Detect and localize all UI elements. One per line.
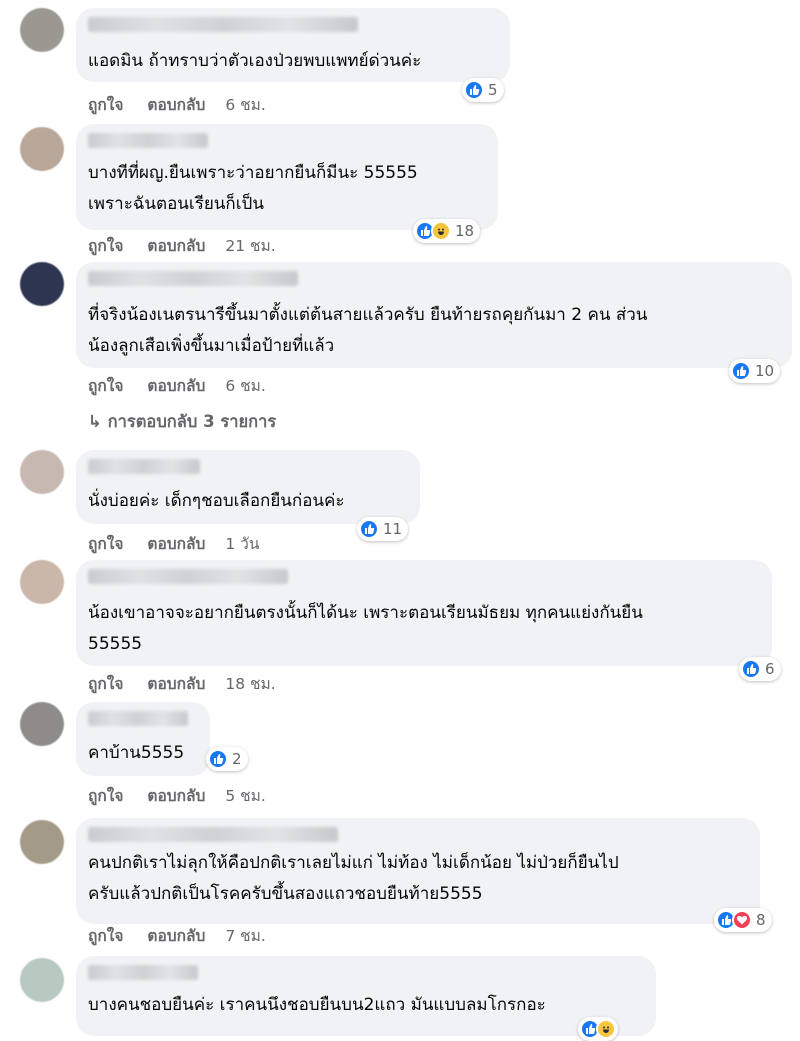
like-link[interactable]: ถูกใจ [88,377,123,395]
comment-line: น้องเขาอาจจะอยากยืนตรงนั้นก็ได้นะ เพราะต… [88,603,643,623]
reply-link[interactable]: ตอบกลับ [147,675,205,693]
reaction-summary[interactable]: 6 [739,657,781,681]
avatar[interactable] [20,450,64,494]
comment-line: บางทีที่ผญ.ยืนเพราะว่าอยากยืนก็มีนะ 5555… [88,163,418,183]
comment-text: คาบ้าน5555 [88,738,184,769]
reply-arrow-icon: ↳ [88,412,102,431]
comment-bubble: นั่งบ่อยค่ะ เด็กๆชอบเลือกยืนก่อนค่ะ [76,450,420,524]
like-link[interactable]: ถูกใจ [88,237,123,255]
reaction-count: 2 [232,750,242,768]
blurred-author-name[interactable] [88,827,338,842]
timestamp[interactable]: 18 ชม. [225,675,275,693]
view-replies-link[interactable]: ↳ การตอบกลับ 3 รายการ [88,409,276,435]
avatar[interactable] [20,560,64,604]
blurred-author-name[interactable] [88,17,358,32]
reply-link[interactable]: ตอบกลับ [147,535,205,553]
avatar[interactable] [20,702,64,746]
comment-actions: ถูกใจ ตอบกลับ 5 ชม. [88,783,290,808]
comment-text: คนปกติเราไม่ลุกให้คือปกติเราเลยไม่แก่ ไม… [88,848,619,910]
like-reaction-icon [464,80,484,100]
timestamp[interactable]: 6 ชม. [225,96,265,114]
reaction-count: 18 [455,222,475,240]
reaction-count: 5 [488,81,498,99]
comment-bubble: แอดมิน ถ้าทราบว่าตัวเองป่วยพบแพทย์ด่วนค่… [76,8,510,82]
comment-bubble: น้องเขาอาจจะอยากยืนตรงนั้นก็ได้นะ เพราะต… [76,560,772,666]
comment-bubble: บางคนชอบยืนค่ะ เราคนนึงชอบยืนบน2แถว มันแ… [76,956,656,1036]
comment-actions: ถูกใจ ตอบกลับ 18 ชม. [88,671,300,696]
like-reaction-icon [731,361,751,381]
blurred-author-name[interactable] [88,711,188,726]
like-reaction-icon [208,749,228,769]
avatar[interactable] [20,262,64,306]
comment-line: บางคนชอบยืนค่ะ เราคนนึงชอบยืนบน2แถว มันแ… [88,995,546,1015]
timestamp[interactable]: 6 ชม. [225,377,265,395]
like-link[interactable]: ถูกใจ [88,927,123,945]
like-reaction-icon [741,659,761,679]
comment-line: คนปกติเราไม่ลุกให้คือปกติเราเลยไม่แก่ ไม… [88,853,619,873]
comment-line: คาบ้าน5555 [88,743,185,763]
comment-text: ที่จริงน้องเนตรนารีขึ้นมาตั้งแต่ต้นสายแล… [88,300,647,362]
reaction-count: 8 [756,911,766,929]
reply-link[interactable]: ตอบกลับ [147,787,205,805]
reply-link[interactable]: ตอบกลับ [147,96,205,114]
reaction-summary[interactable] [578,1017,618,1041]
like-link[interactable]: ถูกใจ [88,675,123,693]
replies-count-label: การตอบกลับ 3 รายการ [107,412,277,431]
avatar[interactable] [20,820,64,864]
reaction-summary[interactable]: 8 [714,908,772,932]
reaction-summary[interactable]: 2 [206,747,248,771]
reaction-count: 11 [383,520,403,538]
avatar[interactable] [20,8,64,52]
like-reaction-icon [359,519,379,539]
comment-text: บางคนชอบยืนค่ะ เราคนนึงชอบยืนบน2แถว มันแ… [88,990,546,1021]
comment-actions: ถูกใจ ตอบกลับ 7 ชม. [88,923,290,948]
like-link[interactable]: ถูกใจ [88,96,123,114]
comment-actions: ถูกใจ ตอบกลับ 6 ชม. [88,373,290,398]
reaction-count: 10 [755,362,775,380]
comment-text: น้องเขาอาจจะอยากยืนตรงนั้นก็ได้นะ เพราะต… [88,598,643,660]
blurred-author-name[interactable] [88,271,298,286]
comment-actions: ถูกใจ ตอบกลับ 21 ชม. [88,233,300,258]
blurred-author-name[interactable] [88,459,200,474]
comment-line: 55555 [88,634,143,654]
comment-text: แอดมิน ถ้าทราบว่าตัวเองป่วยพบแพทย์ด่วนค่… [88,46,421,77]
love-reaction-icon [732,910,752,930]
comment-text: บางทีที่ผญ.ยืนเพราะว่าอยากยืนก็มีนะ 5555… [88,158,418,220]
reaction-summary[interactable]: 10 [729,359,781,383]
comment-line: น้องลูกเสือเพิ่งขึ้นมาเมื่อป้ายที่แล้ว [88,336,335,356]
blurred-author-name[interactable] [88,133,208,148]
comment-actions: ถูกใจ ตอบกลับ 1 วัน [88,531,283,556]
timestamp[interactable]: 7 ชม. [225,927,265,945]
comment-bubble: บางทีที่ผญ.ยืนเพราะว่าอยากยืนก็มีนะ 5555… [76,124,498,230]
timestamp[interactable]: 1 วัน [225,535,259,553]
reply-link[interactable]: ตอบกลับ [147,927,205,945]
comment-line: นั่งบ่อยค่ะ เด็กๆชอบเลือกยืนก่อนค่ะ [88,491,345,511]
haha-reaction-icon [596,1019,616,1039]
comment-line: แอดมิน ถ้าทราบว่าตัวเองป่วยพบแพทย์ด่วนค่… [88,51,422,71]
comment-actions: ถูกใจ ตอบกลับ 6 ชม. [88,92,290,117]
like-link[interactable]: ถูกใจ [88,787,123,805]
reaction-count: 6 [765,660,775,678]
avatar[interactable] [20,127,64,171]
blurred-author-name[interactable] [88,965,198,980]
haha-reaction-icon [431,221,451,241]
comment-line: ครับแล้วปกติเป็นโรคครับขึ้นสองแถวชอบยืนท… [88,884,483,904]
comment-line: ที่จริงน้องเนตรนารีขึ้นมาตั้งแต่ต้นสายแล… [88,305,648,325]
blurred-author-name[interactable] [88,569,288,584]
comment-line: เพราะฉันตอนเรียนก็เป็น [88,194,264,214]
reaction-summary[interactable]: 18 [413,219,481,243]
reaction-summary[interactable]: 5 [462,78,504,102]
timestamp[interactable]: 5 ชม. [225,787,265,805]
avatar[interactable] [20,958,64,1002]
reply-link[interactable]: ตอบกลับ [147,377,205,395]
reply-link[interactable]: ตอบกลับ [147,237,205,255]
like-link[interactable]: ถูกใจ [88,535,123,553]
comment-bubble: คนปกติเราไม่ลุกให้คือปกติเราเลยไม่แก่ ไม… [76,818,760,924]
comment-bubble: ที่จริงน้องเนตรนารีขึ้นมาตั้งแต่ต้นสายแล… [76,262,792,368]
comment-text: นั่งบ่อยค่ะ เด็กๆชอบเลือกยืนก่อนค่ะ [88,486,345,517]
reaction-summary[interactable]: 11 [357,517,409,541]
timestamp[interactable]: 21 ชม. [225,237,275,255]
comment-bubble: คาบ้าน5555 [76,702,210,776]
